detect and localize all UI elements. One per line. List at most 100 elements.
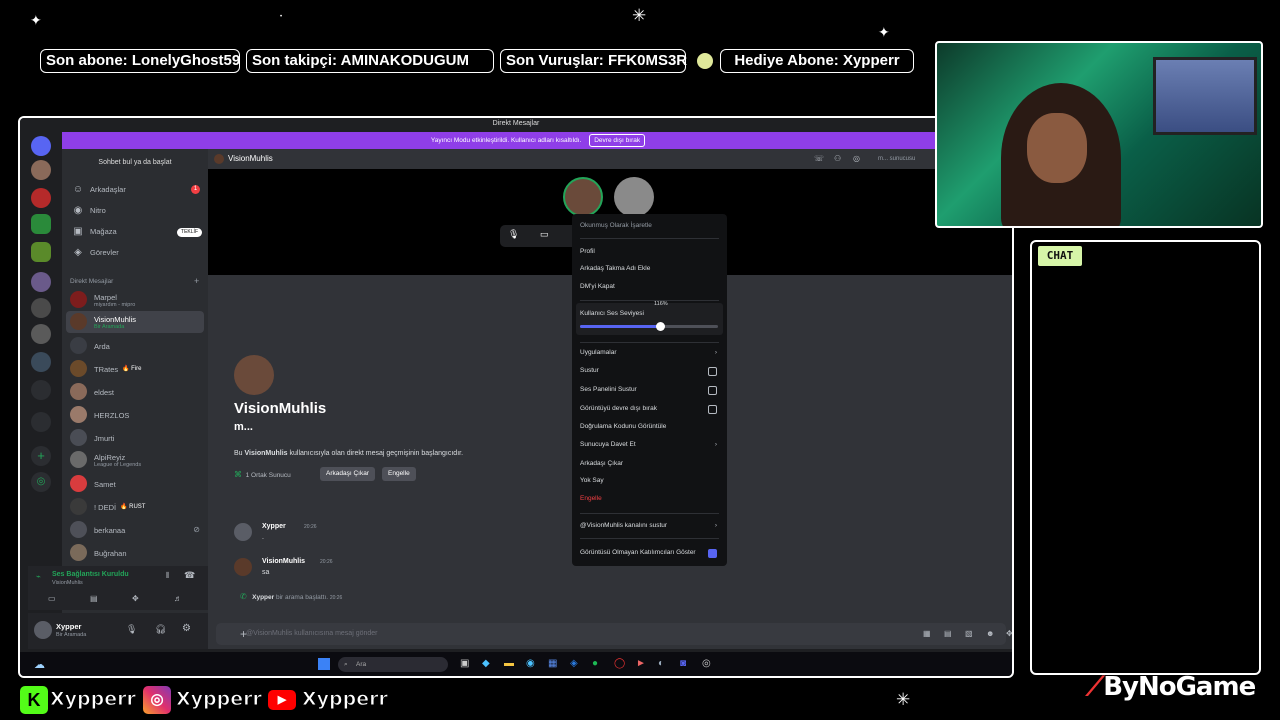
dm-item-bugrahan[interactable]: Buğrahan: [66, 542, 204, 564]
menu-show-nonvideo[interactable]: Görüntüsü Olmayan Katılımcıları Göster: [580, 546, 719, 560]
menu-invite-server[interactable]: Sunucuya Davet Et ›: [580, 438, 719, 452]
spotify-icon[interactable]: ●: [592, 658, 598, 669]
server-icon[interactable]: [31, 298, 51, 318]
menu-close-dm[interactable]: DM'yi Kapat: [580, 280, 719, 294]
message-author: Xypper: [262, 523, 286, 530]
dm-item-visionmuhlis[interactable]: VisionMuhlis Bir Aramada: [66, 311, 204, 333]
server-icon[interactable]: [31, 160, 51, 180]
menu-ignore[interactable]: Yok Say: [580, 474, 719, 488]
create-dm-button[interactable]: +: [194, 276, 199, 286]
dm-item-alpireyiz[interactable]: AlpiReyiz League of Legends: [66, 449, 204, 471]
gif-icon[interactable]: ▤: [944, 629, 952, 638]
dm-item-jmurti[interactable]: Jmurti: [66, 427, 204, 449]
menu-apps[interactable]: Uygulamalar ›: [580, 346, 719, 360]
noise-suppression-icon[interactable]: ⫴: [166, 571, 169, 581]
opera-icon[interactable]: ◯: [614, 658, 625, 669]
screen-share-icon[interactable]: ▤: [90, 594, 98, 603]
checkbox[interactable]: [708, 405, 717, 414]
dm-item-samet[interactable]: Samet: [66, 473, 204, 495]
server-icon[interactable]: [31, 380, 51, 400]
call-participant-avatar[interactable]: [614, 177, 654, 217]
menu-mute-channel[interactable]: @VisionMuhlis kanalını sustur ›: [580, 519, 719, 533]
taskbar-search[interactable]: ⌕ Ara: [338, 657, 448, 672]
microphone-icon[interactable]: 🎙︎: [126, 624, 137, 635]
server-icon[interactable]: [31, 352, 51, 372]
block-button[interactable]: Engelle: [382, 467, 416, 481]
nav-friends[interactable]: ☺ Arkadaşlar 1: [70, 181, 204, 199]
task-view-icon[interactable]: ▣: [460, 658, 469, 669]
menu-disable-video[interactable]: Görüntüyü devre dışı bırak: [580, 402, 719, 416]
edge-icon[interactable]: ◉: [526, 658, 535, 669]
dm-item-trates[interactable]: TRates 🔥 Fire: [66, 358, 204, 380]
menu-mute[interactable]: Sustur: [580, 364, 719, 378]
attach-plus-icon[interactable]: +: [240, 627, 247, 641]
taskbar-app-icon[interactable]: ►: [636, 658, 646, 669]
menu-mute-soundboard[interactable]: Ses Panelini Sustur: [580, 383, 719, 397]
menu-profile[interactable]: Profil: [580, 245, 719, 259]
taskbar-app-icon[interactable]: ◈: [570, 658, 578, 669]
add-server-icon[interactable]: +: [31, 446, 51, 466]
disconnect-icon[interactable]: ☎: [184, 570, 195, 581]
headphones-icon[interactable]: 🎧︎: [155, 624, 166, 635]
nav-shop[interactable]: ▣ Mağaza TEKLİF: [70, 223, 204, 241]
steam-icon[interactable]: ◐: [658, 658, 664, 669]
instagram-handle: Xypperr: [176, 688, 263, 711]
dm-item-marpel[interactable]: Marpel miyardım - mipro: [66, 289, 204, 311]
activities-icon[interactable]: ✥: [132, 594, 139, 603]
taskbar-app-icon[interactable]: ◆: [482, 658, 490, 669]
soundboard-icon[interactable]: ♬: [174, 594, 182, 603]
call-mic-icon[interactable]: 🎙︎: [508, 229, 519, 240]
banner-disable-button[interactable]: Devre dışı bırak: [589, 134, 646, 147]
call-icon[interactable]: ☏: [814, 149, 824, 169]
video-off-icon[interactable]: ▭: [48, 594, 56, 603]
discover-icon[interactable]: ◎: [31, 472, 51, 492]
dm-item-berkanaa[interactable]: berkanaa ⊘: [66, 519, 204, 541]
server-icon[interactable]: [31, 272, 51, 292]
server-icon[interactable]: [31, 324, 51, 344]
obs-icon[interactable]: ◎: [702, 658, 711, 669]
dm-item-dedi[interactable]: ! DEDİ 🔥 RUST: [66, 496, 204, 518]
call-participant-avatar[interactable]: [563, 177, 603, 217]
checkbox[interactable]: [708, 367, 717, 376]
menu-verify-code[interactable]: Doğrulama Kodunu Görüntüle: [580, 420, 719, 434]
settings-gear-icon[interactable]: ⚙: [182, 623, 191, 634]
server-folder-icon[interactable]: [31, 214, 51, 234]
checkbox[interactable]: [708, 386, 717, 395]
menu-block[interactable]: Engelle: [580, 492, 719, 506]
volume-slider-track[interactable]: [580, 322, 718, 331]
menu-remove-friend[interactable]: Arkadaşı Çıkar: [580, 457, 719, 471]
discord-taskbar-icon[interactable]: ◙: [680, 658, 686, 669]
user-avatar[interactable]: [34, 621, 52, 639]
dm-search-input[interactable]: Sohbet bul ya da başlat: [68, 156, 202, 170]
server-folder-icon[interactable]: [31, 242, 51, 262]
dm-item-arda[interactable]: Arda: [66, 335, 204, 357]
start-icon[interactable]: [318, 658, 330, 670]
kick-logo-icon: K: [20, 686, 48, 714]
call-video-icon[interactable]: ▭: [540, 229, 549, 240]
dm-item-herzlos[interactable]: HERZLOS: [66, 404, 204, 426]
emoji-icon[interactable]: ☻: [986, 629, 994, 638]
message-input[interactable]: @VisionMuhlis kullanıcısına mesaj gönder: [216, 623, 1006, 645]
dm-item-eldest[interactable]: eldest: [66, 381, 204, 403]
server-icon[interactable]: [31, 188, 51, 208]
sticker-icon[interactable]: ▧: [965, 629, 973, 638]
checkbox-checked[interactable]: [708, 549, 717, 558]
menu-add-nickname[interactable]: Arkadaş Takma Adı Ekle: [580, 262, 719, 276]
taskbar-app-icon[interactable]: ▦: [548, 658, 557, 669]
folder-icon[interactable]: ▬: [504, 658, 514, 669]
header-search[interactable]: m... sunucusu: [878, 149, 915, 169]
discord-home-icon[interactable]: [31, 136, 51, 156]
apps-icon[interactable]: ✥: [1006, 629, 1012, 638]
add-friends-icon[interactable]: ⚇: [834, 149, 841, 169]
volume-slider-knob[interactable]: [656, 322, 666, 331]
profile-icon[interactable]: ◎: [853, 149, 860, 169]
nav-quests[interactable]: ◈ Görevler: [70, 244, 204, 262]
nav-nitro[interactable]: ◉ Nitro: [70, 202, 204, 220]
server-icon[interactable]: [31, 412, 51, 432]
weather-icon[interactable]: ☁: [34, 658, 45, 671]
remove-friend-button[interactable]: Arkadaşı Çıkar: [320, 467, 375, 481]
profile-name: VisionMuhlis: [234, 400, 327, 417]
mutual-servers[interactable]: ⌘ 1 Ortak Sunucu: [234, 470, 291, 479]
gift-icon[interactable]: ▦: [923, 629, 931, 638]
menu-mark-read[interactable]: Okunmuş Olarak İşaretle: [580, 219, 719, 233]
